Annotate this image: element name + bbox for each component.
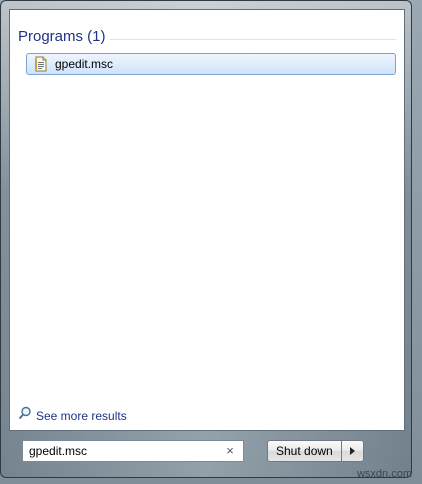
msc-document-icon (33, 56, 49, 72)
see-more-results-link[interactable]: See more results (18, 406, 127, 425)
shutdown-group: Shut down (267, 440, 364, 462)
result-item-gpedit[interactable]: gpedit.msc (26, 53, 396, 75)
search-box[interactable]: × (22, 440, 244, 462)
shutdown-options-button[interactable] (341, 440, 364, 462)
see-more-results-label: See more results (36, 408, 127, 423)
start-menu: Programs (1) gpedit.msc See more results… (0, 0, 412, 478)
search-input[interactable] (23, 442, 219, 460)
watermark: wsxdn.com (356, 468, 412, 480)
programs-section-header: Programs (1) (18, 28, 106, 45)
section-divider (110, 39, 396, 40)
search-results-pane: Programs (1) gpedit.msc See more results (9, 9, 405, 431)
clear-search-icon[interactable]: × (223, 443, 237, 459)
search-magnifier-icon (18, 406, 32, 425)
shut-down-button[interactable]: Shut down (267, 440, 342, 462)
chevron-right-icon (349, 447, 355, 455)
result-item-label: gpedit.msc (55, 57, 114, 71)
